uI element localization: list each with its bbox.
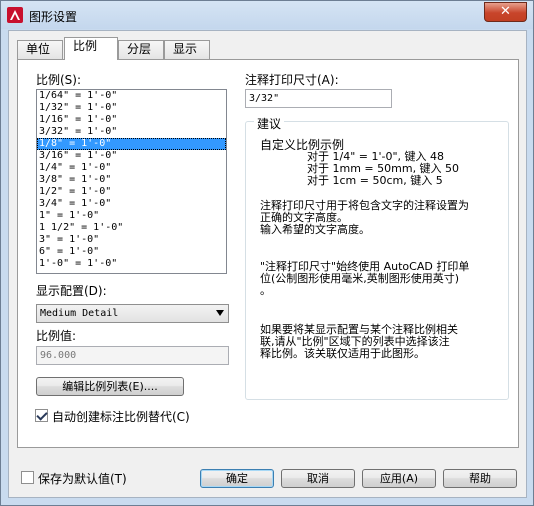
scale-item-selected[interactable]: 1/8" = 1'-0" [37, 138, 226, 150]
annotation-size-field[interactable]: 3/32" [245, 89, 392, 108]
tab-layers[interactable]: 分层 [118, 40, 164, 59]
scale-list[interactable]: 1/64" = 1'-0" 1/32" = 1'-0" 1/16" = 1'-0… [36, 89, 227, 274]
scale-item[interactable]: 1'-0" = 1'-0" [37, 258, 226, 270]
tab-units-label: 单位 [26, 42, 51, 56]
scale-item[interactable]: 6" = 1'-0" [37, 246, 226, 258]
scale-item[interactable]: 1/2" = 1'-0" [37, 186, 226, 198]
display-config-value: Medium Detail [40, 308, 119, 319]
display-config-label: 显示配置(D): [36, 284, 107, 298]
tab-display[interactable]: 显示 [164, 40, 210, 59]
tab-units[interactable]: 单位 [17, 40, 63, 59]
tab-layers-label: 分层 [127, 42, 152, 56]
close-button[interactable]: ✕ [484, 2, 527, 22]
help-button[interactable]: 帮助 [443, 469, 517, 488]
save-default-label: 保存为默认值(T) [38, 472, 127, 486]
scale-item[interactable]: 3/16" = 1'-0" [37, 150, 226, 162]
window-title: 图形设置 [29, 10, 78, 24]
close-icon: ✕ [500, 4, 511, 19]
suggestion-text: 。 [260, 284, 271, 297]
auto-create-label: 自动创建标注比例替代(C) [52, 410, 190, 424]
scale-item[interactable]: 1 1/2" = 1'-0" [37, 222, 226, 234]
tab-scale-label: 比例 [73, 39, 98, 53]
edit-scale-list-button[interactable]: 编辑比例列表(E).... [36, 377, 184, 396]
scale-label: 比例(S): [36, 73, 82, 87]
suggestion-title: 建议 [254, 115, 285, 132]
auto-create-checkbox[interactable] [35, 409, 48, 422]
scale-item[interactable]: 1/32" = 1'-0" [37, 102, 226, 114]
suggestion-text: 位(公制图形使用毫米,英制图形使用英寸) [260, 272, 460, 285]
scale-value-label: 比例值: [36, 329, 77, 343]
scale-value-field: 96.000 [36, 346, 229, 365]
scale-item[interactable]: 1/4" = 1'-0" [37, 162, 226, 174]
tab-scale[interactable]: 比例 [64, 37, 118, 60]
ok-button[interactable]: 确定 [200, 469, 274, 488]
cancel-button[interactable]: 取消 [281, 469, 355, 488]
drawing-setup-dialog: 图形设置 ✕ 单位 比例 分层 显示 比例(S): 1/64" = 1'-0" … [0, 0, 534, 506]
suggestion-text: 输入希望的文字高度。 [260, 223, 370, 236]
chevron-down-icon [216, 310, 224, 316]
save-default-checkbox[interactable] [21, 471, 34, 484]
suggestion-example: 对于 1cm = 50cm, 键入 5 [307, 174, 443, 187]
suggestion-text: 释比例。该关联仅适用于此图形。 [260, 347, 425, 360]
scale-item[interactable]: 1/16" = 1'-0" [37, 114, 226, 126]
scale-item[interactable]: 3/4" = 1'-0" [37, 198, 226, 210]
annotation-size-label: 注释打印尺寸(A): [245, 73, 339, 87]
scale-item[interactable]: 3/32" = 1'-0" [37, 126, 226, 138]
tab-display-label: 显示 [173, 42, 198, 56]
scale-item[interactable]: 1" = 1'-0" [37, 210, 226, 222]
autocad-app-icon [7, 7, 23, 23]
scale-item[interactable]: 1/64" = 1'-0" [37, 90, 226, 102]
title-bar: 图形设置 ✕ [1, 1, 533, 29]
apply-button[interactable]: 应用(A) [362, 469, 436, 488]
dialog-body: 单位 比例 分层 显示 比例(S): 1/64" = 1'-0" 1/32" =… [8, 30, 527, 498]
scale-item[interactable]: 3/8" = 1'-0" [37, 174, 226, 186]
scale-item[interactable]: 3" = 1'-0" [37, 234, 226, 246]
display-config-select[interactable]: Medium Detail [36, 304, 229, 323]
